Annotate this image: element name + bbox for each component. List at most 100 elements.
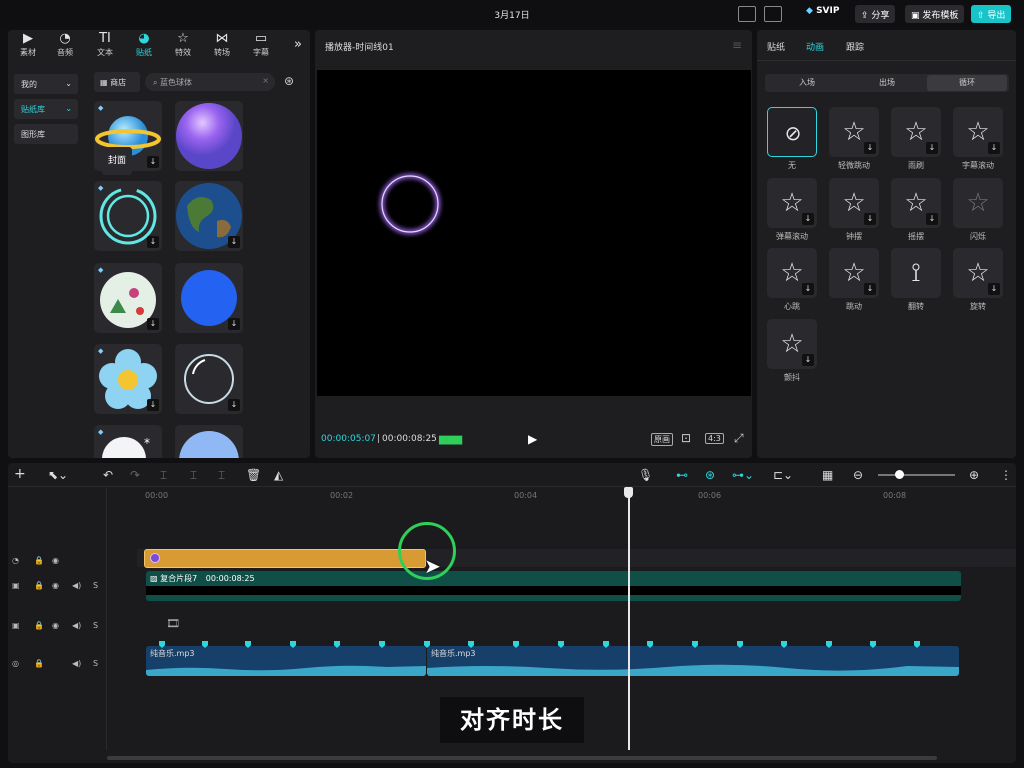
audio-clip-1[interactable]: 纯音乐.mp3 bbox=[146, 646, 426, 676]
solo-icon[interactable]: S bbox=[93, 621, 98, 630]
lock-icon[interactable]: 🔒 bbox=[34, 659, 44, 668]
keyboard-icon[interactable] bbox=[738, 6, 756, 22]
clear-icon[interactable]: × bbox=[262, 76, 269, 85]
focus-icon[interactable]: ⊡ bbox=[681, 431, 691, 445]
preview-axis-icon[interactable]: ⊏⌄ bbox=[773, 468, 793, 482]
microphone-icon[interactable]: 🎙 bbox=[638, 468, 653, 482]
animation-jump[interactable]: ☆ ↓ bbox=[829, 248, 879, 298]
animation-heartbeat[interactable]: ☆ ↓ bbox=[767, 248, 817, 298]
zoom-in-icon[interactable]: ⊕ bbox=[969, 468, 979, 482]
download-icon[interactable]: ↓ bbox=[988, 283, 1000, 295]
animation-sway[interactable]: ☆ ↓ bbox=[891, 178, 941, 228]
lock-icon[interactable]: 🔒 bbox=[34, 581, 44, 590]
animation-flip[interactable]: ⟟ bbox=[891, 248, 941, 298]
visibility-icon[interactable]: ◉ bbox=[52, 621, 59, 630]
download-icon[interactable]: ↓ bbox=[802, 283, 814, 295]
menu-icon[interactable]: ≡ bbox=[732, 38, 742, 52]
undo-icon[interactable]: ↶ bbox=[103, 468, 113, 482]
tab-text[interactable]: TI 文本 bbox=[87, 32, 123, 58]
delete-icon[interactable]: 🗑 bbox=[246, 468, 261, 482]
video-preview[interactable] bbox=[317, 70, 751, 396]
cover-button[interactable]: 封面 bbox=[102, 147, 132, 175]
add-icon[interactable]: + bbox=[14, 466, 26, 482]
export-button[interactable]: ⇧ 导出 bbox=[971, 5, 1012, 23]
sticker-clip[interactable] bbox=[144, 549, 426, 568]
split-left-icon[interactable]: ⌶ bbox=[190, 468, 197, 483]
download-icon[interactable]: ↓ bbox=[926, 213, 938, 225]
download-icon[interactable]: ↓ bbox=[228, 399, 240, 411]
fullscreen-icon[interactable]: ⤢ bbox=[734, 431, 744, 446]
sidebar-item-shape-library[interactable]: 图形库 bbox=[14, 124, 78, 144]
solo-icon[interactable]: S bbox=[93, 659, 98, 668]
animation-shake[interactable]: ☆ ↓ bbox=[767, 319, 817, 369]
select-cursor-icon[interactable]: ⬉⌄ bbox=[48, 468, 68, 482]
image-search-icon[interactable]: ⊛ bbox=[284, 74, 294, 88]
animation-wiper[interactable]: ☆ ↓ bbox=[891, 107, 941, 157]
subtab-loop[interactable]: 循环 bbox=[927, 75, 1007, 91]
download-icon[interactable]: ↓ bbox=[147, 236, 159, 248]
tab-effects[interactable]: ☆ 特效 bbox=[165, 32, 201, 58]
sticker-snowball[interactable]: * ◆ bbox=[94, 425, 162, 458]
horizontal-scrollbar[interactable] bbox=[107, 756, 937, 760]
sticker-purple-sphere[interactable] bbox=[175, 101, 243, 171]
download-icon[interactable]: ↓ bbox=[988, 142, 1000, 154]
publish-template-button[interactable]: ▣ 发布模板 bbox=[905, 5, 965, 23]
volume-icon[interactable]: ◀) bbox=[72, 659, 81, 668]
lock-icon[interactable]: 🔒 bbox=[34, 621, 44, 630]
svip-badge[interactable]: SVIP bbox=[806, 6, 839, 16]
mirror-icon[interactable]: ◭ bbox=[274, 468, 283, 482]
play-icon[interactable]: ▶ bbox=[528, 432, 537, 446]
visibility-icon[interactable]: ◉ bbox=[52, 581, 59, 590]
animation-barrage-scroll[interactable]: ☆ ↓ bbox=[767, 178, 817, 228]
sticker-ring[interactable]: ◆ ↓ bbox=[94, 181, 162, 251]
download-icon[interactable]: ↓ bbox=[864, 283, 876, 295]
shop-button[interactable]: ▦ 商店 bbox=[94, 72, 140, 92]
search-input[interactable]: ⌕ 蓝色球体 × bbox=[145, 73, 275, 91]
volume-icon[interactable]: ◀) bbox=[72, 621, 81, 630]
tab-sticker[interactable]: ◕ 贴纸 bbox=[126, 32, 162, 58]
animation-rotate[interactable]: ☆ ↓ bbox=[953, 248, 1003, 298]
visibility-icon[interactable]: ◉ bbox=[52, 556, 59, 565]
download-icon[interactable]: ↓ bbox=[864, 142, 876, 154]
animation-pendulum[interactable]: ☆ ↓ bbox=[829, 178, 879, 228]
playhead[interactable] bbox=[628, 488, 630, 750]
subtab-out[interactable]: 出场 bbox=[847, 77, 927, 88]
sticker-blue-circle[interactable]: ↓ bbox=[175, 263, 243, 333]
layout-icon[interactable] bbox=[764, 6, 782, 22]
film-icon[interactable]: 🎞 bbox=[166, 617, 180, 630]
download-icon[interactable]: ↓ bbox=[147, 399, 159, 411]
zoom-slider-handle[interactable] bbox=[895, 470, 904, 479]
lock-icon[interactable]: 🔒 bbox=[34, 556, 44, 565]
main-track-magnet-icon[interactable]: ⊷ bbox=[676, 468, 688, 482]
sticker-christmas-ball[interactable]: ◆ ↓ bbox=[94, 263, 162, 333]
tab-tracking[interactable]: 跟踪 bbox=[846, 40, 864, 53]
tab-subtitle[interactable]: ▭ 字幕 bbox=[243, 32, 279, 58]
sidebar-item-sticker-library[interactable]: 贴纸库 ⌄ bbox=[14, 99, 78, 119]
download-icon[interactable]: ↓ bbox=[802, 354, 814, 366]
compound-clip[interactable]: ▨ 复合片段7 00:00:08:25 bbox=[146, 571, 961, 601]
animation-blink[interactable]: ☆ bbox=[953, 178, 1003, 228]
download-icon[interactable]: ↓ bbox=[802, 213, 814, 225]
solo-icon[interactable]: S bbox=[93, 581, 98, 590]
redo-icon[interactable]: ↷ bbox=[130, 468, 140, 482]
volume-icon[interactable]: ◀) bbox=[72, 581, 81, 590]
split-right-icon[interactable]: ⌶ bbox=[218, 468, 225, 483]
animation-none[interactable]: ⊘ bbox=[767, 107, 817, 157]
tab-media[interactable]: ▶ 素材 bbox=[10, 32, 46, 58]
sticker-flower[interactable]: ◆ ↓ bbox=[94, 344, 162, 414]
download-icon[interactable]: ↓ bbox=[864, 213, 876, 225]
zoom-out-icon[interactable]: ⊖ bbox=[853, 468, 863, 482]
playhead-handle[interactable] bbox=[624, 487, 633, 498]
download-icon[interactable]: ↓ bbox=[228, 236, 240, 248]
sidebar-item-mine[interactable]: 我的 ⌄ bbox=[14, 74, 78, 94]
sticker-bubble[interactable]: ↓ bbox=[175, 344, 243, 414]
share-button[interactable]: ⇪ 分享 bbox=[855, 5, 896, 23]
sticker-earth[interactable]: ↓ bbox=[175, 181, 243, 251]
auto-snap-icon[interactable]: ⊛ bbox=[705, 468, 715, 482]
download-icon[interactable]: ↓ bbox=[228, 318, 240, 330]
time-ruler[interactable]: 00:00 00:02 00:04 00:06 00:08 bbox=[145, 489, 1015, 503]
tab-audio[interactable]: ◔ 音频 bbox=[47, 32, 83, 58]
tab-sticker-props[interactable]: 贴纸 bbox=[767, 40, 785, 53]
more-icon[interactable]: ⋮ bbox=[1000, 468, 1012, 482]
split-icon[interactable]: ⌶ bbox=[160, 468, 167, 483]
